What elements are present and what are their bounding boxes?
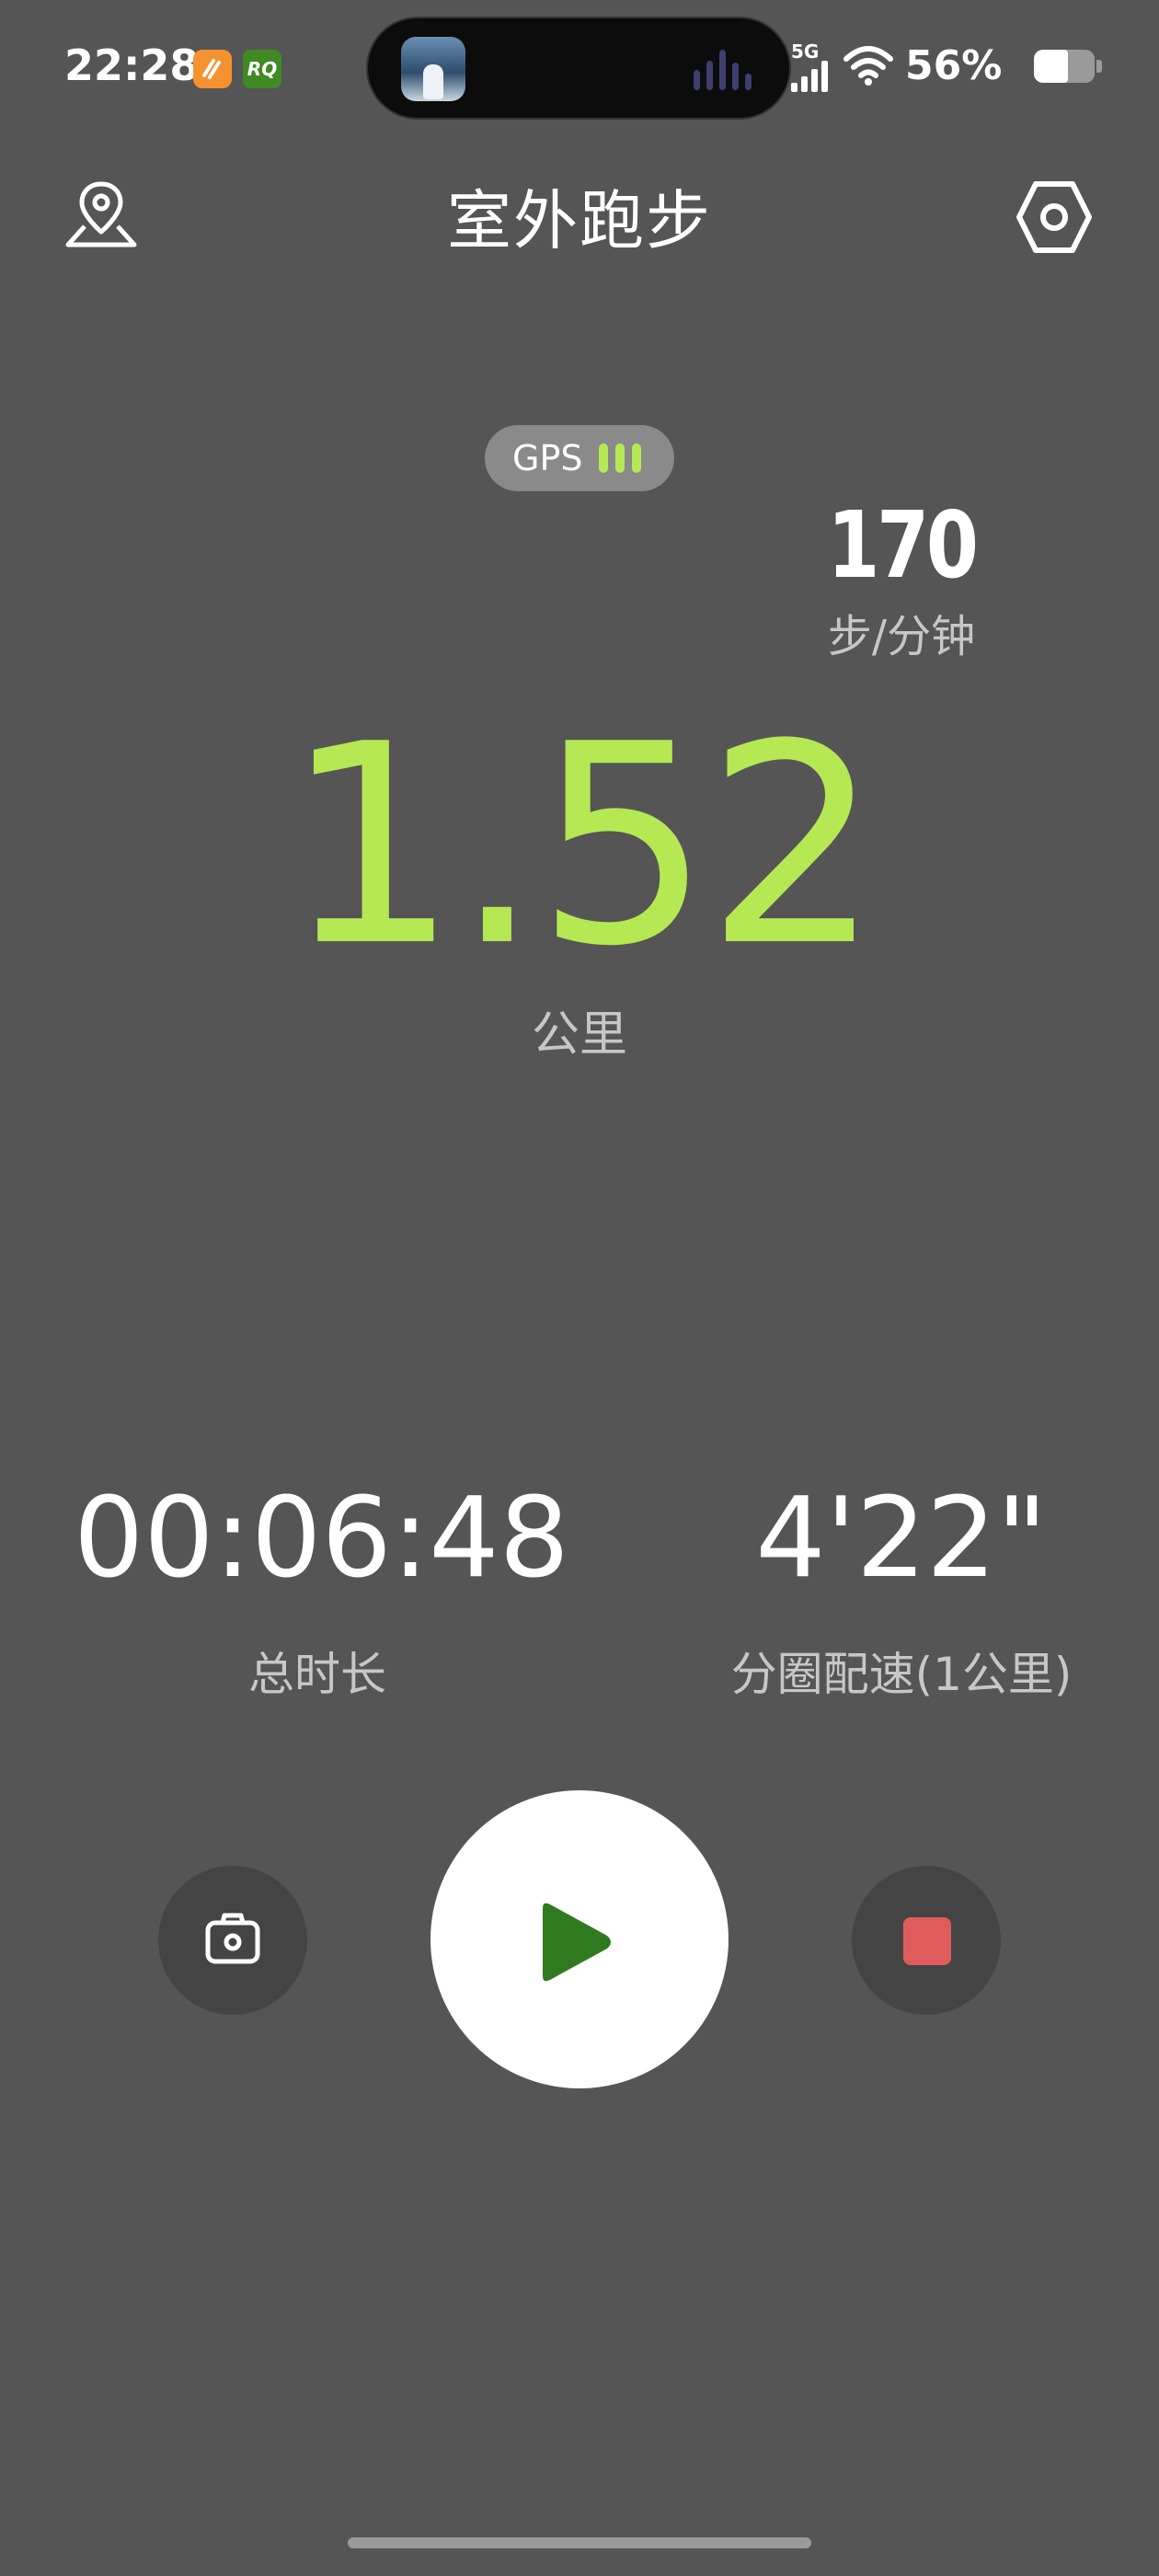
camera-icon bbox=[205, 1913, 260, 1964]
pace-label: 分圈配速(1公里) bbox=[730, 1648, 1073, 1701]
home-indicator[interactable] bbox=[348, 2537, 811, 2548]
app-badge-rq-icon: RQ bbox=[243, 50, 281, 88]
camera-button[interactable] bbox=[158, 1866, 307, 2015]
status-right: 5G 56% bbox=[791, 37, 1102, 92]
gps-status-badge: GPS bbox=[485, 425, 674, 491]
app-badge-orange-icon bbox=[193, 50, 232, 88]
distance-unit: 公里 bbox=[531, 1007, 627, 1063]
settings-hexagon-icon[interactable] bbox=[1016, 180, 1093, 258]
battery-percent: 56% bbox=[905, 42, 1003, 89]
pace-value: 4'22" bbox=[755, 1475, 1048, 1603]
distance-value: 1.52 bbox=[283, 685, 881, 1006]
duration-label: 总时长 bbox=[248, 1648, 386, 1701]
signal-icon bbox=[791, 61, 828, 92]
dynamic-island[interactable] bbox=[366, 17, 791, 120]
cadence-value: 170 bbox=[827, 491, 979, 599]
run-screen: 22:28 RQ 5G 56% 室外跑步 GPS 170 步/分钟 1.52 公… bbox=[0, 0, 1159, 2576]
network-type: 5G bbox=[791, 40, 820, 63]
page-title: 室外跑步 bbox=[447, 183, 712, 259]
now-playing-art-icon[interactable] bbox=[401, 37, 465, 101]
wifi-icon bbox=[843, 46, 893, 86]
stop-icon bbox=[903, 1917, 951, 1965]
audio-wave-icon bbox=[694, 50, 758, 90]
status-time: 22:28 bbox=[64, 40, 200, 90]
play-icon bbox=[543, 1903, 611, 1982]
duration-value: 00:06:48 bbox=[74, 1475, 569, 1603]
stop-button[interactable] bbox=[852, 1866, 1001, 2015]
gps-label: GPS bbox=[512, 438, 583, 478]
play-button[interactable] bbox=[430, 1790, 729, 2088]
cadence-unit: 步/分钟 bbox=[827, 611, 976, 662]
battery-icon bbox=[1034, 50, 1102, 83]
